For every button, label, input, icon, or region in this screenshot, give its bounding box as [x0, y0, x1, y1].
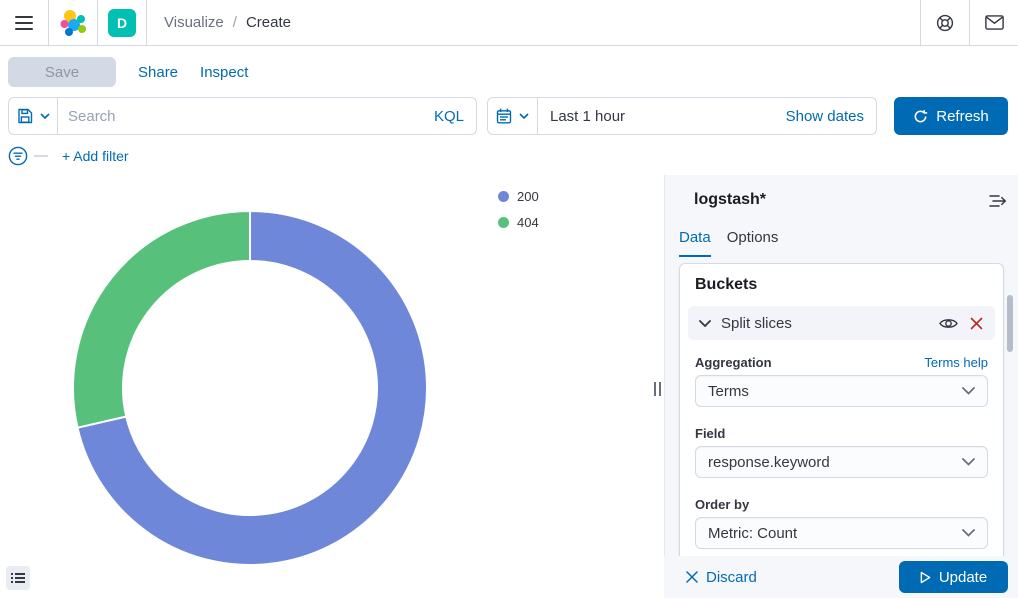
- chevron-down-icon: [519, 113, 529, 119]
- chevron-down-icon: [699, 320, 711, 327]
- search-input[interactable]: [58, 108, 434, 125]
- aggregation-row: Aggregation Terms help: [695, 355, 988, 370]
- visualize-toolbar: Save Share Inspect: [0, 47, 1018, 97]
- buckets-panel: Buckets Split slices: [679, 263, 1004, 556]
- menu-right-icon: [989, 194, 1007, 208]
- legend-item-404[interactable]: 404: [498, 215, 539, 230]
- field-label: Field: [695, 426, 725, 441]
- update-button[interactable]: Update: [899, 561, 1008, 593]
- date-picker-group: Last 1 hour Show dates: [487, 97, 877, 135]
- filter-icon[interactable]: [8, 146, 28, 166]
- discard-button[interactable]: Discard: [686, 569, 757, 586]
- breadcrumb: Visualize / Create: [147, 0, 291, 45]
- filter-bar: + Add filter: [8, 137, 129, 175]
- query-bar: KQL Last 1 hour Show dates: [8, 97, 1008, 135]
- refresh-button[interactable]: Refresh: [894, 97, 1008, 135]
- menu-button[interactable]: [0, 0, 48, 45]
- aggregation-value: Terms: [708, 383, 962, 400]
- vis-editor-sidebar: logstash* Data Options Buckets Split sli…: [664, 175, 1018, 598]
- sidebar-footer: Discard Update: [664, 556, 1018, 598]
- collapse-sidebar-button[interactable]: [986, 189, 1010, 213]
- search-bar-group: KQL: [8, 97, 477, 135]
- remove-bucket-button[interactable]: [970, 317, 983, 330]
- close-icon: [686, 571, 698, 583]
- chart-legend: 200 404: [498, 189, 539, 230]
- eye-icon: [939, 317, 958, 330]
- refresh-icon: [913, 109, 928, 124]
- close-icon: [970, 317, 983, 330]
- field-value: response.keyword: [708, 454, 962, 471]
- tab-data[interactable]: Data: [679, 229, 711, 257]
- time-range-value[interactable]: Last 1 hour: [538, 108, 625, 125]
- calendar-icon: [496, 108, 512, 124]
- save-button[interactable]: Save: [8, 57, 116, 87]
- panel-resize-handle[interactable]: [650, 175, 664, 598]
- show-dates-button[interactable]: Show dates: [786, 108, 876, 125]
- breadcrumb-visualize[interactable]: Visualize: [164, 14, 224, 31]
- elastic-logo-icon: [58, 8, 88, 38]
- discard-label: Discard: [706, 569, 757, 586]
- legend-label-200: 200: [517, 189, 539, 204]
- index-pattern-title: logstash*: [694, 191, 766, 209]
- buckets-title: Buckets: [695, 276, 988, 294]
- donut-chart: [70, 208, 430, 568]
- chevron-down-icon: [962, 529, 975, 537]
- toggle-visibility-button[interactable]: [939, 317, 958, 330]
- donut-slice-404[interactable]: [73, 211, 250, 428]
- legend-dot-200: [498, 191, 509, 202]
- chevron-down-icon: [962, 458, 975, 466]
- visualize-create-page: D Visualize / Create: [0, 0, 1018, 598]
- space-badge: D: [108, 9, 136, 37]
- elastic-logo-button[interactable]: [49, 0, 97, 45]
- breadcrumb-create: Create: [246, 14, 291, 31]
- aggregation-label: Aggregation: [695, 355, 772, 370]
- aggregation-select[interactable]: Terms: [695, 375, 988, 407]
- update-label: Update: [939, 569, 987, 586]
- order-by-value: Metric: Count: [708, 525, 962, 542]
- breadcrumb-separator: /: [233, 14, 237, 31]
- chevron-down-icon: [962, 387, 975, 395]
- order-by-select[interactable]: Metric: Count: [695, 517, 988, 549]
- field-row: Field: [695, 426, 988, 441]
- sidebar-tabs: Data Options: [679, 229, 778, 257]
- legend-item-200[interactable]: 200: [498, 189, 539, 204]
- legend-label-404: 404: [517, 215, 539, 230]
- split-slices-accordion[interactable]: Split slices: [688, 306, 995, 340]
- grip-icon: [654, 382, 661, 396]
- legend-toggle-button[interactable]: [6, 566, 30, 590]
- inspect-button[interactable]: Inspect: [200, 64, 248, 81]
- hamburger-icon: [15, 16, 33, 30]
- kql-language-button[interactable]: KQL: [434, 108, 476, 125]
- filter-drop-indicator: [34, 155, 48, 157]
- field-select[interactable]: response.keyword: [695, 446, 988, 478]
- terms-help-link[interactable]: Terms help: [924, 355, 988, 370]
- help-icon: [935, 13, 955, 33]
- saved-query-menu-button[interactable]: [9, 98, 58, 134]
- mail-icon: [985, 15, 1004, 30]
- order-by-row: Order by: [695, 497, 988, 512]
- play-icon: [920, 571, 931, 584]
- header-spacer: [291, 0, 920, 45]
- list-icon: [11, 572, 25, 584]
- chevron-down-icon: [40, 113, 50, 119]
- top-header: D Visualize / Create: [0, 0, 1018, 46]
- split-slices-label: Split slices: [721, 315, 939, 332]
- tab-options[interactable]: Options: [727, 229, 779, 257]
- help-button[interactable]: [921, 0, 969, 45]
- refresh-label: Refresh: [936, 108, 989, 125]
- newsfeed-button[interactable]: [970, 0, 1018, 45]
- legend-dot-404: [498, 217, 509, 228]
- share-button[interactable]: Share: [138, 64, 178, 81]
- order-by-label: Order by: [695, 497, 749, 512]
- space-selector-button[interactable]: D: [98, 0, 146, 45]
- save-query-icon: [17, 108, 33, 124]
- sidebar-scrollbar[interactable]: [1007, 295, 1013, 352]
- date-quick-menu-button[interactable]: [488, 98, 538, 134]
- visualization-area: 200 404: [0, 175, 659, 598]
- add-filter-button[interactable]: + Add filter: [62, 148, 129, 164]
